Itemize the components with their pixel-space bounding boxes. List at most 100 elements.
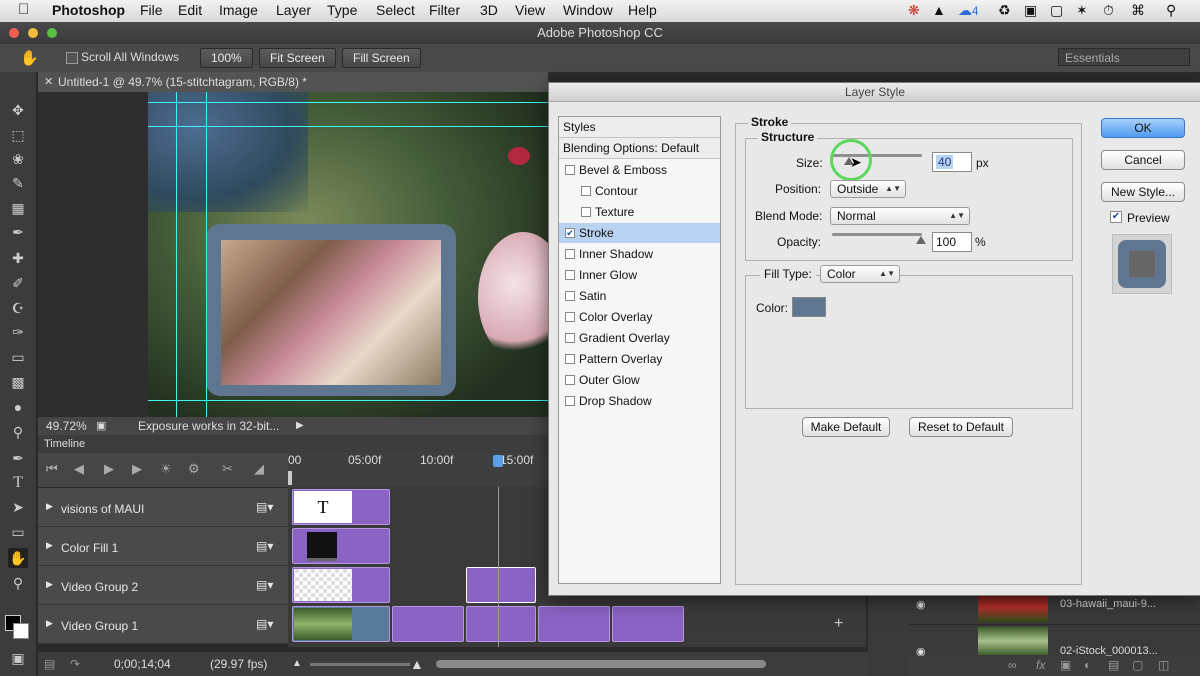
brush-tool-icon[interactable]: ✐	[8, 273, 28, 293]
gradient-overlay-checkbox[interactable]	[565, 332, 575, 343]
minimize-button[interactable]	[28, 28, 38, 38]
opacity-slider-thumb[interactable]	[916, 236, 926, 244]
menu-file[interactable]: File	[140, 2, 163, 18]
zoom-out-icon[interactable]: ▲	[292, 652, 302, 676]
expand-arrow-icon[interactable]: ▶	[46, 618, 53, 629]
color-overlay-checkbox[interactable]	[565, 311, 575, 322]
blend-mode-select[interactable]: Normal ▲▼	[830, 207, 970, 225]
cancel-button[interactable]: Cancel	[1101, 150, 1185, 170]
document-canvas[interactable]	[38, 92, 548, 417]
time-machine-icon[interactable]: ⏱	[1103, 2, 1114, 19]
marquee-tool-icon[interactable]: ⬚	[8, 125, 28, 145]
inner-shadow-checkbox[interactable]	[565, 248, 575, 259]
ok-button[interactable]: OK	[1101, 118, 1185, 138]
close-doc-icon[interactable]: ✕	[44, 72, 53, 92]
film-track-icon[interactable]: ▤▾	[256, 578, 273, 592]
apple-icon[interactable]: 	[18, 1, 29, 18]
sync-icon[interactable]: ♻	[998, 2, 1011, 19]
background-color-swatch[interactable]	[13, 623, 29, 639]
timeline-zoom-slider[interactable]	[310, 663, 410, 666]
lasso-tool-icon[interactable]: ❀	[8, 149, 28, 169]
menu-help[interactable]: Help	[628, 2, 657, 18]
style-item-inner-glow[interactable]: Inner Glow	[559, 265, 720, 285]
expand-arrow-icon[interactable]: ▶	[46, 579, 53, 590]
style-item-drop-shadow[interactable]: Drop Shadow	[559, 391, 720, 411]
new-layer-icon[interactable]: ▢	[1132, 658, 1143, 672]
eraser-tool-icon[interactable]: ▭	[8, 347, 28, 367]
menu-type[interactable]: Type	[327, 2, 357, 18]
video-group-1-clip-5[interactable]	[612, 606, 684, 642]
maximize-button[interactable]	[47, 28, 57, 38]
render-icon[interactable]: ▤	[44, 652, 55, 676]
style-item-gradient-overlay[interactable]: Gradient Overlay	[559, 328, 720, 348]
film-track-icon[interactable]: ▤▾	[256, 539, 273, 553]
eyedropper-icon[interactable]: ✒	[8, 222, 28, 242]
color-fill-clip[interactable]	[292, 528, 390, 564]
add-track-icon[interactable]: +	[834, 615, 843, 633]
timeline-track[interactable]: ▶ Color Fill 1 ▤▾	[38, 527, 288, 566]
contour-checkbox[interactable]	[581, 185, 591, 196]
status-arrow-icon[interactable]: ▶	[296, 417, 304, 435]
go-first-frame-icon[interactable]: ⏮	[46, 461, 58, 477]
menu-view[interactable]: View	[515, 2, 545, 18]
position-select[interactable]: Outside ▲▼	[830, 180, 906, 198]
gradient-tool-icon[interactable]: ▩	[8, 372, 28, 392]
cc-icon[interactable]: ☁4	[958, 2, 978, 19]
hand-tool-active-icon[interactable]: ✋	[8, 548, 28, 568]
video-group-2-clip[interactable]	[292, 567, 390, 603]
mask-icon[interactable]: ▣	[1060, 658, 1071, 672]
adjustment-icon[interactable]: ◐	[1084, 658, 1091, 672]
menu-layer[interactable]: Layer	[276, 2, 311, 18]
style-item-bevel-emboss[interactable]: Bevel & Emboss	[559, 160, 720, 180]
video-group-1-clip-4[interactable]	[538, 606, 610, 642]
style-item-inner-shadow[interactable]: Inner Shadow	[559, 244, 720, 264]
make-default-button[interactable]: Make Default	[802, 417, 890, 437]
quick-mask-icon[interactable]: ▣	[8, 648, 28, 668]
zoom-100-button[interactable]: 100%	[200, 48, 253, 68]
timeline-track[interactable]: ▶ Video Group 2 ▤▾	[38, 566, 288, 605]
menu-edit[interactable]: Edit	[178, 2, 202, 18]
monitor-icon[interactable]: ▣	[1024, 2, 1037, 19]
menu-image[interactable]: Image	[219, 2, 258, 18]
settings-gear-icon[interactable]: ⚙	[188, 461, 200, 477]
audio-icon[interactable]: ☀	[160, 461, 172, 477]
dodge-tool-icon[interactable]: ⚲	[8, 422, 28, 442]
crop-tool-icon[interactable]: ▦	[8, 198, 28, 218]
pattern-overlay-checkbox[interactable]	[565, 353, 575, 364]
pen-tool-icon[interactable]: ✒	[8, 448, 28, 468]
layer-row[interactable]: ◉ 02-iStock_000013...	[908, 625, 1200, 658]
fx-icon[interactable]: fx	[1036, 658, 1045, 672]
timeline-track[interactable]: ▶ visions of MAUI ▤▾	[38, 488, 288, 527]
bluetooth-icon[interactable]: ✶	[1076, 2, 1088, 19]
history-brush-icon[interactable]: ✑	[8, 322, 28, 342]
document-tab[interactable]: ✕ Untitled-1 @ 49.7% (15-stitchtagram, R…	[38, 72, 548, 92]
zoom-readout[interactable]: 49.72%	[46, 417, 87, 435]
link-icon[interactable]: ∞	[1008, 658, 1017, 672]
style-item-texture[interactable]: Texture	[559, 202, 720, 222]
film-track-icon[interactable]: ▤▾	[256, 617, 273, 631]
fit-screen-button[interactable]: Fit Screen	[259, 48, 336, 68]
outer-glow-checkbox[interactable]	[565, 374, 575, 385]
visibility-eye-icon[interactable]: ◉	[916, 598, 926, 611]
texture-checkbox[interactable]	[581, 206, 591, 217]
prev-frame-icon[interactable]: ◀	[74, 461, 84, 477]
video-group-1-clip-2[interactable]	[392, 606, 464, 642]
style-item-stroke[interactable]: ✔ Stroke	[559, 223, 720, 243]
status-info-icon[interactable]: ▣	[96, 417, 106, 435]
bevel-emboss-checkbox[interactable]	[565, 164, 575, 175]
text-clip[interactable]: T	[292, 489, 390, 525]
menu-3d[interactable]: 3D	[480, 2, 498, 18]
menu-window[interactable]: Window	[563, 2, 613, 18]
wifi-icon[interactable]: ⌘	[1131, 2, 1145, 19]
blending-options-item[interactable]: Blending Options: Default	[559, 138, 720, 159]
search-icon[interactable]: ⚲	[1166, 2, 1176, 19]
status-icon-1[interactable]: ❋	[908, 2, 920, 19]
style-item-satin[interactable]: Satin	[559, 286, 720, 306]
reset-default-button[interactable]: Reset to Default	[909, 417, 1013, 437]
menu-select[interactable]: Select	[376, 2, 415, 18]
video-group-2-clip-2[interactable]	[466, 567, 536, 603]
playhead-marker[interactable]	[493, 455, 503, 467]
video-group-1-clip[interactable]	[292, 606, 390, 642]
workspace-select[interactable]: Essentials	[1058, 48, 1190, 66]
film-track-icon[interactable]: ▤▾	[256, 500, 273, 514]
